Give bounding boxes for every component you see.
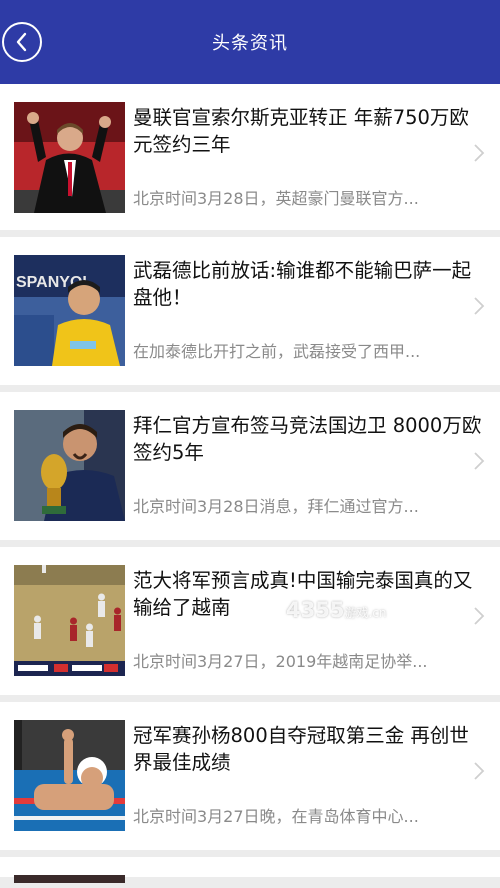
news-title: 拜仁官方宣布签马竞法国边卫 8000万欧签约5年	[133, 414, 482, 464]
news-summary: 在加泰德比开打之前，武磊接受了西甲...	[133, 342, 421, 361]
news-item[interactable]: 冠军赛孙杨800自夺冠取第三金 再创世界最佳成绩 北京时间3月27日晚，在青岛体…	[0, 702, 500, 850]
news-summary: 北京时间3月27日，2019年越南足协举...	[133, 652, 428, 671]
chevron-right-icon	[474, 144, 485, 162]
news-thumbnail	[14, 720, 125, 831]
news-title: 范大将军预言成真!中国输完泰国真的又输给了越南	[133, 569, 473, 619]
chevron-right-icon	[474, 297, 485, 315]
news-title: 曼联官宣索尔斯克亚转正 年薪750万欧元签约三年	[133, 106, 469, 156]
chevron-right-icon	[474, 762, 485, 780]
news-thumbnail	[14, 565, 125, 676]
back-button[interactable]	[2, 22, 42, 62]
chevron-right-icon	[474, 607, 485, 625]
news-item[interactable]: 曼联官宣索尔斯克亚转正 年薪750万欧元签约三年 北京时间3月28日，英超豪门曼…	[0, 84, 500, 230]
news-thumbnail	[14, 410, 125, 521]
news-title: 武磊德比前放话:输谁都不能输巴萨一起盘他！	[133, 259, 472, 309]
news-thumbnail	[14, 102, 125, 213]
app-header: 头条资讯	[0, 0, 500, 84]
news-summary: 北京时间3月28日，英超豪门曼联官方...	[133, 189, 419, 208]
news-item[interactable]: 范大将军预言成真!中国输完泰国真的又输给了越南 北京时间3月27日，2019年越…	[0, 547, 500, 695]
news-item[interactable]	[0, 857, 500, 883]
back-arrow-icon	[16, 32, 27, 52]
news-summary: 北京时间3月28日消息，拜仁通过官方...	[133, 497, 419, 516]
news-thumbnail	[14, 875, 125, 883]
news-thumbnail: SPANYOL	[14, 255, 125, 366]
news-title: 冠军赛孙杨800自夺冠取第三金 再创世界最佳成绩	[133, 724, 469, 774]
news-item[interactable]: SPANYOL 武磊德比前放话:输谁都不能输巴萨一起盘他！ 在加泰德比开打之前，…	[0, 237, 500, 385]
news-summary: 北京时间3月27日晚，在青岛体育中心...	[133, 807, 419, 826]
news-list: 曼联官宣索尔斯克亚转正 年薪750万欧元签约三年 北京时间3月28日，英超豪门曼…	[0, 84, 500, 883]
chevron-right-icon	[474, 452, 485, 470]
news-item[interactable]: 拜仁官方宣布签马竞法国边卫 8000万欧签约5年 北京时间3月28日消息，拜仁通…	[0, 392, 500, 540]
page-title: 头条资讯	[212, 33, 288, 54]
